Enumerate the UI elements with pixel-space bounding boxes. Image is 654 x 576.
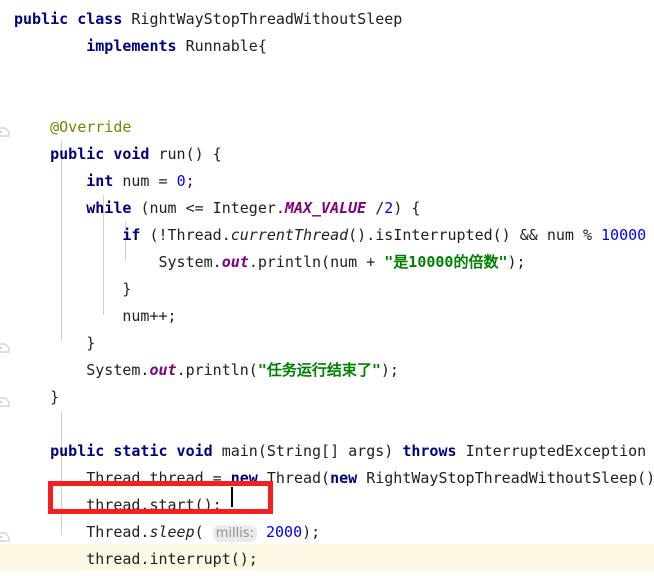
code-token-plain: System. [14,361,150,379]
code-token-plain: run() { [158,145,222,163]
code-token-plain: (!Thread. [149,226,231,244]
code-token-plain: Runnable{ [185,37,267,55]
code-line[interactable]: while (num <= Integer.MAX_VALUE /2) { [0,195,654,222]
code-token-str: "是10000的倍数" [384,253,508,271]
code-token-meth-it: sleep [149,523,195,541]
code-line[interactable]: System.out.println("任务运行结束了"); [0,357,654,384]
code-token-stat: MAX_VALUE [284,199,376,217]
code-token-plain: Thread thread = [14,469,231,487]
code-token-plain: num++; [14,307,177,325]
code-line[interactable]: } [0,330,654,357]
code-line[interactable]: Thread thread = new Thread(new RightWayS… [0,465,654,492]
code-token-plain: } [14,334,96,352]
code-line[interactable]: public class RightWayStopThreadWithoutSl… [0,6,654,33]
code-token-num: 2000 [265,523,303,541]
code-token-plain: ; [185,172,195,190]
code-token-plain: / [375,199,385,217]
code-token-plain: Thread( [266,469,331,487]
code-token-plain: RightWayStopThreadWithoutSleep()); [366,469,654,487]
code-token-plain: .println( [176,361,258,379]
code-token-kw: if [14,226,150,244]
code-token-plain: main(String[] args) [221,442,403,460]
code-line[interactable]: public static void main(String[] args) t… [0,438,654,465]
parameter-name-hint: millis: [212,525,257,542]
code-token-stat: out [221,253,249,271]
code-token-plain: num = [122,172,177,190]
code-token-kw: public class [14,10,132,28]
code-token-kw: while [14,199,141,217]
code-line[interactable]: public void run() { [0,141,654,168]
code-token-kw: public static void [14,442,222,460]
code-line[interactable] [0,87,654,114]
code-token-plain: InterruptedException { [465,442,654,460]
code-token-kw: public void [14,145,159,163]
code-token-kw: implements [14,37,186,55]
code-token-num: 2 [384,199,394,217]
code-line[interactable]: num++; [0,303,654,330]
code-line[interactable]: } [0,276,654,303]
code-token-plain: } [14,280,132,298]
code-line[interactable]: implements Runnable{ [0,33,654,60]
code-line[interactable]: System.out.println(num + "是10000的倍数"); [0,249,654,276]
code-line[interactable]: thread.start(); [0,492,654,519]
code-token-anno: @Override [14,118,132,136]
code-token-kw: new [230,469,267,487]
code-token-plain: ( [194,523,213,541]
code-token-plain: ); [380,361,399,379]
code-token-kw: int [14,172,123,190]
code-token-plain: thread.interrupt(); [14,550,258,568]
code-token-plain: == [646,226,654,244]
code-line[interactable] [0,60,654,87]
code-line[interactable]: Thread.sleep( millis: 2000); [0,519,654,546]
code-token-num: 10000 [601,226,647,244]
code-line[interactable]: thread.interrupt(); [0,546,654,573]
code-token-stat: out [149,361,177,379]
code-token-kw: new [330,469,367,487]
code-line[interactable] [0,411,654,438]
code-token-plain: } [14,388,60,406]
code-token-plain: (num <= Integer. [140,199,285,217]
code-token-num: 0 [176,172,186,190]
code-token-plain: RightWayStopThreadWithoutSleep [131,10,403,28]
code-line[interactable]: @Override [0,114,654,141]
code-token-plain: ().isInterrupted() && num % [348,226,602,244]
code-token-plain: ); [507,253,526,271]
code-token-meth-it: currentThread [230,226,349,244]
code-token-plain: ) { [393,199,421,217]
code-line[interactable]: if (!Thread.currentThread().isInterrupte… [0,222,654,249]
code-token-plain: thread.start(); [14,496,222,514]
code-token-plain: ); [302,523,321,541]
code-token-plain: Thread. [14,523,150,541]
code-editor[interactable]: public class RightWayStopThreadWithoutSl… [0,0,654,576]
code-token-plain: .println(num + [248,253,385,271]
code-line[interactable]: } [0,384,654,411]
code-token-str: "任务运行结束了" [257,361,381,379]
code-line[interactable]: int num = 0; [0,168,654,195]
code-token-plain: System. [14,253,222,271]
text-caret [231,487,233,507]
code-token-kw: throws [402,442,466,460]
